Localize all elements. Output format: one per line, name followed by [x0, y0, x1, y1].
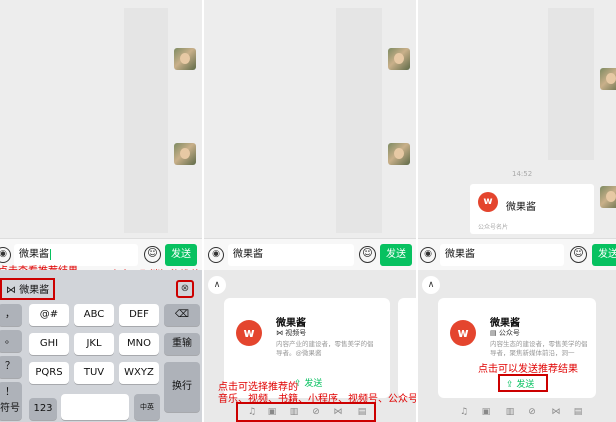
card-description: 内容生态的建设者，零售美学的倡导者，聚焦新媒体前沿，洞一 [490, 340, 588, 357]
chat-bubble [548, 8, 594, 160]
timestamp: 14:52 [512, 170, 533, 178]
recommendation-sheet: ∧ w 微果酱 ⋈ 视频号 内容产业的建设者，零售美学的倡导者。@微果酱 ⇪ 发… [204, 270, 416, 422]
chat-bubble [336, 8, 382, 233]
avatar [174, 48, 196, 70]
channels-icon[interactable]: ⋈ [332, 406, 344, 418]
official-account-icon[interactable]: ▤ [572, 406, 584, 418]
sent-card-footer: 公众号名片 [478, 224, 509, 231]
reenter-key[interactable]: 重输 [164, 333, 200, 355]
emoji-icon[interactable]: ☺ [144, 246, 161, 263]
card-type: ⋈ 视频号 [276, 329, 307, 337]
mini-program-icon[interactable]: ⊘ [310, 406, 322, 418]
chat-area [0, 0, 202, 238]
recommendation-sheet: ∧ w 微果酱 ▤ 公众号 内容生态的建设者，零售美学的倡导者，聚焦新媒体前沿，… [418, 270, 616, 422]
card-type: ▤ 公众号 [490, 329, 520, 337]
brand-logo-icon: w [236, 320, 262, 346]
brand-logo-icon: w [450, 320, 476, 346]
cancel-suggestion-icon[interactable]: ⊗ [176, 280, 194, 298]
avatar [388, 143, 410, 165]
backspace-key[interactable]: ⌫ [164, 304, 200, 326]
book-icon[interactable]: ▥ [504, 406, 516, 418]
chevron-up-icon[interactable]: ∧ [422, 276, 440, 294]
smart-suggestion-chip[interactable]: ⋈ 微果酱 [0, 278, 56, 300]
avatar [600, 186, 616, 208]
annotation-send: 点击可以发送推荐结果 [478, 364, 578, 375]
official-account-icon[interactable]: ▤ [356, 406, 368, 418]
panel-recommend-account: 14:52 w 微果酱 公众号名片 ◉ 微果酱 ☺ 发送 ∧ w 微果酱 ▤ 公… [418, 0, 616, 422]
symbols-key[interactable]: 符号 [0, 398, 22, 420]
input-bar: ◉ 微果酱 ☺ 发送 [204, 238, 416, 270]
key-symbols[interactable]: @# [29, 304, 69, 326]
share-icon: ⇪ [506, 380, 517, 390]
card-description: 内容产业的建设者，零售美学的倡导者。@微果酱 [276, 340, 374, 357]
video-icon[interactable]: ▣ [480, 406, 492, 418]
music-icon[interactable]: ♫ [458, 406, 470, 418]
next-card-peek[interactable] [398, 298, 416, 398]
panel-keyboard: ◉ 微果酱 ☺ 发送 点击查看推荐结果 点击可取消智能推荐 ⋈ 微果酱 ⊗ ， … [0, 0, 202, 422]
chat-bubble [124, 8, 168, 233]
keyboard: ⋈ 微果酱 ⊗ ， @# ABC DEF ⌫ 。 GHI JKL MNO 重输 … [0, 270, 202, 422]
panel-recommend-video: ◉ 微果酱 ☺ 发送 ∧ w 微果酱 ⋈ 视频号 内容产业的建设者，零售美学的倡… [204, 0, 416, 422]
brand-logo-icon: w [478, 192, 498, 212]
message-input[interactable]: 微果酱 [228, 244, 354, 266]
key-wxyz[interactable]: WXYZ [119, 362, 159, 384]
key-ghi[interactable]: GHI [29, 333, 69, 355]
card-send-link[interactable]: ⇪ 发送 [506, 377, 534, 390]
key-abc[interactable]: ABC [74, 304, 114, 326]
voice-icon[interactable]: ◉ [208, 247, 224, 263]
key-comma[interactable]: ， [0, 304, 22, 326]
avatar [388, 48, 410, 70]
sent-card-name: 微果酱 [506, 202, 536, 213]
enter-key[interactable]: 换行 [164, 362, 200, 412]
chat-area [204, 0, 416, 238]
voice-icon[interactable]: ◉ [0, 247, 11, 263]
card-send-link[interactable]: ⇪ 发送 [294, 376, 322, 389]
video-icon[interactable]: ▣ [266, 406, 278, 418]
card-name: 微果酱 [276, 318, 306, 329]
channels-icon[interactable]: ⋈ [550, 406, 562, 418]
numbers-key[interactable]: 123 [29, 398, 57, 420]
wechat-channel-icon: ⋈ [6, 285, 16, 296]
book-icon[interactable]: ▥ [288, 406, 300, 418]
send-button[interactable]: 发送 [592, 244, 616, 266]
mini-program-icon[interactable]: ⊘ [526, 406, 538, 418]
send-button[interactable]: 发送 [380, 244, 412, 266]
channels-icon: ⋈ [276, 329, 286, 337]
sent-account-card[interactable]: w 微果酱 公众号名片 [470, 184, 594, 234]
key-question[interactable]: ？ [0, 356, 22, 378]
input-bar: ◉ 微果酱 ☺ 发送 [418, 238, 616, 270]
chat-area: 14:52 w 微果酱 公众号名片 [418, 0, 616, 238]
key-jkl[interactable]: JKL [74, 333, 114, 355]
card-name: 微果酱 [490, 318, 520, 329]
language-key[interactable]: 中英 [134, 394, 160, 420]
key-pqrs[interactable]: PQRS [29, 362, 69, 384]
key-def[interactable]: DEF [119, 304, 159, 326]
key-tuv[interactable]: TUV [74, 362, 114, 384]
music-icon[interactable]: ♫ [246, 406, 258, 418]
screenshot-stage: ◉ 微果酱 ☺ 发送 点击查看推荐结果 点击可取消智能推荐 ⋈ 微果酱 ⊗ ， … [0, 0, 616, 422]
voice-icon[interactable]: ◉ [420, 247, 436, 263]
chevron-up-icon[interactable]: ∧ [208, 276, 226, 294]
space-key[interactable] [61, 394, 129, 420]
official-account-icon: ▤ [490, 329, 499, 337]
send-button[interactable]: 发送 [165, 244, 197, 266]
avatar [600, 68, 616, 90]
key-period[interactable]: 。 [0, 330, 22, 352]
avatar [174, 143, 196, 165]
key-mno[interactable]: MNO [119, 333, 159, 355]
emoji-icon[interactable]: ☺ [570, 246, 587, 263]
message-input[interactable]: 微果酱 [440, 244, 564, 266]
emoji-icon[interactable]: ☺ [359, 246, 376, 263]
